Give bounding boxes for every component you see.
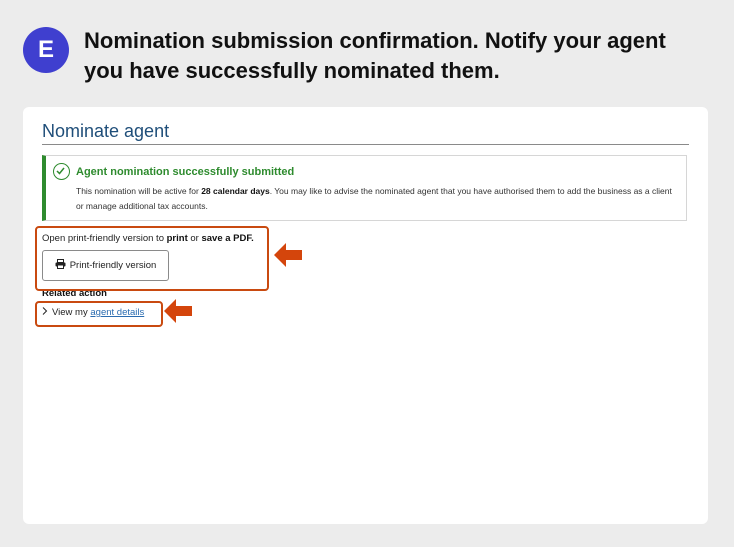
print-section-highlight [35,226,269,291]
notice-body-prefix: This nomination will be active for [76,186,202,196]
notice-body: This nomination will be active for 28 ca… [76,184,676,214]
agent-details-highlight [35,301,163,327]
left-arrow-icon [164,299,192,323]
screenshot-card: Nominate agent Agent nomination successf… [23,107,708,524]
success-notice: Agent nomination successfully submitted … [42,155,687,221]
step-badge: E [23,27,69,73]
notice-body-emphasis: 28 calendar days [201,186,270,196]
notice-title: Agent nomination successfully submitted [76,166,295,178]
left-arrow-icon [274,243,302,267]
heading-divider [42,144,689,145]
instruction-headline: Nomination submission confirmation. Noti… [84,28,666,83]
check-circle-icon [53,163,70,180]
page-title: Nominate agent [42,121,170,141]
